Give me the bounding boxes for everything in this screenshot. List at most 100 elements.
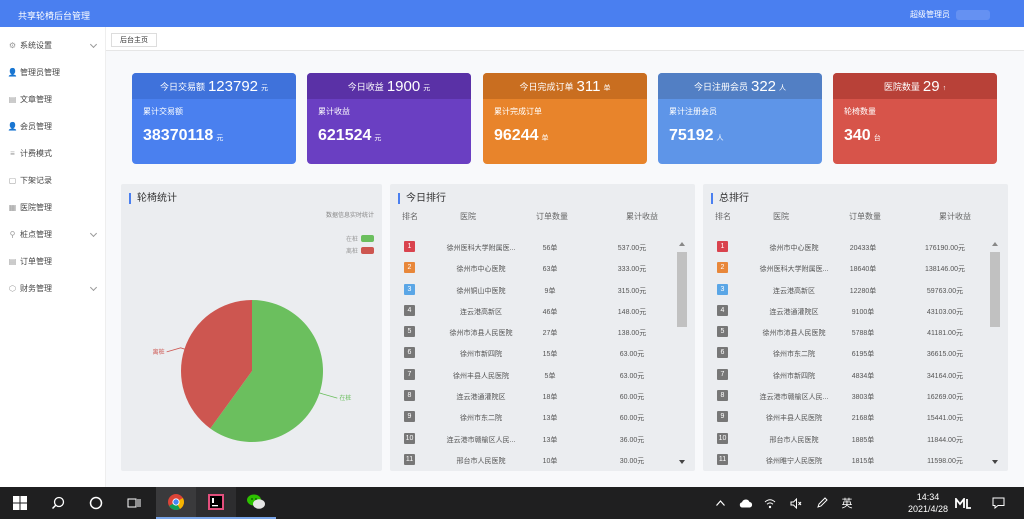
ime-indicator[interactable]: 英 [838,487,856,519]
hospital-name: 徐州市中心医院 [456,266,506,274]
avatar[interactable] [956,9,990,20]
sidebar-item-label: 文章管理 [20,95,52,104]
sidebar-item[interactable]: ▤ 订单管理 [0,248,105,275]
table-row[interactable]: 7 徐州市新四院 4834单 34164.00元 [703,366,1008,387]
column-header[interactable]: 医院 [460,211,476,222]
search-icon[interactable] [38,487,78,519]
table-row[interactable]: 2 徐州市中心医院 63单 333.00元 [390,259,695,280]
scrollbar-thumb[interactable] [677,252,687,327]
stat-card: 医院数量 29 ↑ 轮椅数量 340 台 [833,73,997,164]
table-row[interactable]: 8 连云港市赣榆区人民... 3803单 16269.00元 [703,387,1008,408]
rank-badge: 2 [717,262,728,274]
hospital-name: 徐州市东二院 [460,415,502,423]
table-row[interactable]: 10 邢台市人民医院 1885单 11844.00元 [703,430,1008,451]
total-revenue: 34164.00元 [926,372,964,380]
table-row[interactable]: 5 徐州市沛县人民医院 5788单 41181.00元 [703,323,1008,344]
table-row[interactable]: 6 徐州市新四院 15单 63.00元 [390,344,695,365]
sidebar-item[interactable]: ≡ 计费模式 [0,140,105,167]
table-row[interactable]: 6 徐州市东二院 6195单 36615.00元 [703,344,1008,365]
user-menu[interactable]: 超级管理员 [910,9,990,20]
sidebar: ⚙ 系统设置 👤 管理员管理 ▤ 文章管理 👤 会员管理 ≡ 计费模式 ▢ 下架记录 ▦ 医院管理 ⚲ 桩点管… [0,27,106,487]
table-row[interactable]: 5 徐州市沛县人民医院 27单 138.00元 [390,323,695,344]
column-header[interactable]: 订单数量 [536,211,568,222]
tab-home[interactable]: 后台主页 [111,33,157,47]
total-revenue: 59763.00元 [926,287,964,295]
sidebar-item[interactable]: ⚲ 桩点管理 [0,221,105,248]
order-count: 10单 [542,457,558,465]
sidebar-item[interactable]: 👤 管理员管理 [0,59,105,86]
table-row[interactable]: 4 连云港高新区 46单 148.00元 [390,302,695,323]
card-total-unit: 台 [873,135,881,142]
table-row[interactable]: 1 徐州医科大学附属医... 56单 537.00元 [390,238,695,259]
table-row[interactable]: 11 邢台市人民医院 10单 30.00元 [390,451,695,472]
order-count: 20433单 [849,245,877,252]
scroll-down-arrow[interactable] [679,460,685,464]
scrollbar[interactable] [677,242,687,464]
table-row[interactable]: 3 徐州铜山中医院 9单 315.00元 [390,281,695,302]
hospital-name: 徐州丰县人民医院 [766,415,822,423]
table-row[interactable]: 3 连云港高新区 12280单 59763.00元 [703,281,1008,302]
rank-badge: 6 [404,347,415,359]
table-row[interactable]: 10 连云港市赣榆区人民... 13单 36.00元 [390,430,695,451]
volume-icon[interactable] [788,487,804,519]
table-row[interactable]: 2 徐州医科大学附属医... 18640单 138146.00元 [703,259,1008,280]
sidebar-item-label: 订单管理 [20,257,52,266]
table-row[interactable]: 7 徐州丰县人民医院 5单 63.00元 [390,366,695,387]
chevron-down-icon [89,40,98,49]
sidebar-item[interactable]: ▢ 下架记录 [0,167,105,194]
card-sub-label: 累计交易额 [143,107,183,116]
multitask-icon[interactable] [114,487,154,519]
chrome-icon[interactable] [156,487,196,519]
jetbrains-icon[interactable] [196,487,236,519]
card-head-unit: 人 [779,85,787,92]
total-revenue: 16269.00元 [926,394,964,402]
sidebar-item[interactable]: ⚙ 系统设置 [0,32,105,59]
table-row[interactable]: 4 连云港通灌院区 9100单 43103.00元 [703,302,1008,323]
card-total-value: 621524 [318,127,372,144]
column-header[interactable]: 医院 [773,211,789,222]
cloud-icon[interactable] [737,487,755,519]
card-head-label: 今日注册会员 [693,81,748,92]
column-header[interactable]: 排名 [715,211,731,222]
scrollbar-thumb[interactable] [990,252,1000,327]
total-rank-title: 总排行 [711,193,749,204]
clock-date: 2021/4/28 [907,504,948,514]
hospital-name: 徐州市新四院 [460,351,502,359]
document-icon: ▤ [8,95,17,104]
windows-icon[interactable] [0,487,40,519]
table-row[interactable]: 9 徐州市东二院 13单 60.00元 [390,408,695,429]
table-row[interactable]: 1 徐州市中心医院 20433单 176190.00元 [703,238,1008,259]
rank-badge: 7 [404,368,415,380]
wechat-icon[interactable] [236,487,276,519]
table-row[interactable]: 9 徐州丰县人民医院 2168单 15441.00元 [703,408,1008,429]
system-clock[interactable]: 14:34 2021/4/28 [908,491,948,515]
table-row[interactable]: 11 徐州睢宁人民医院 1815单 11598.00元 [703,451,1008,472]
scroll-down-arrow[interactable] [992,460,998,464]
order-count: 13单 [542,436,558,444]
sidebar-item[interactable]: 👤 会员管理 [0,113,105,140]
sidebar-item[interactable]: ▦ 医院管理 [0,194,105,221]
app-icon[interactable] [952,487,974,519]
sidebar-item[interactable]: ⬡ 财务管理 [0,275,105,302]
scroll-up-arrow[interactable] [992,242,998,246]
task-view-icon[interactable] [76,487,116,519]
column-header[interactable]: 累计收益 [626,211,658,222]
document-icon: ▢ [8,176,17,185]
scrollbar[interactable] [990,242,1000,464]
table-body: 1 徐州医科大学附属医... 56单 537.00元 2 徐州市中心医院 63单 333.00… [390,238,695,472]
total-revenue: 30.00元 [619,457,645,465]
pen-icon[interactable] [814,487,830,519]
column-header[interactable]: 排名 [402,211,418,222]
notification-icon[interactable] [988,487,1008,519]
tabs-bar: 后台主页 [106,27,1024,51]
column-header[interactable]: 累计收益 [939,211,971,222]
hospital-name: 徐州市沛县人民医院 [762,330,826,338]
chevron-up-icon[interactable] [712,487,728,519]
column-header[interactable]: 订单数量 [849,211,881,222]
wifi-icon[interactable] [762,487,778,519]
rank-badge: 11 [717,453,728,465]
sidebar-item[interactable]: ▤ 文章管理 [0,86,105,113]
scroll-up-arrow[interactable] [679,242,685,246]
card-sub-label: 累计完成订单 [494,107,542,116]
table-row[interactable]: 8 连云港通灌院区 18单 60.00元 [390,387,695,408]
